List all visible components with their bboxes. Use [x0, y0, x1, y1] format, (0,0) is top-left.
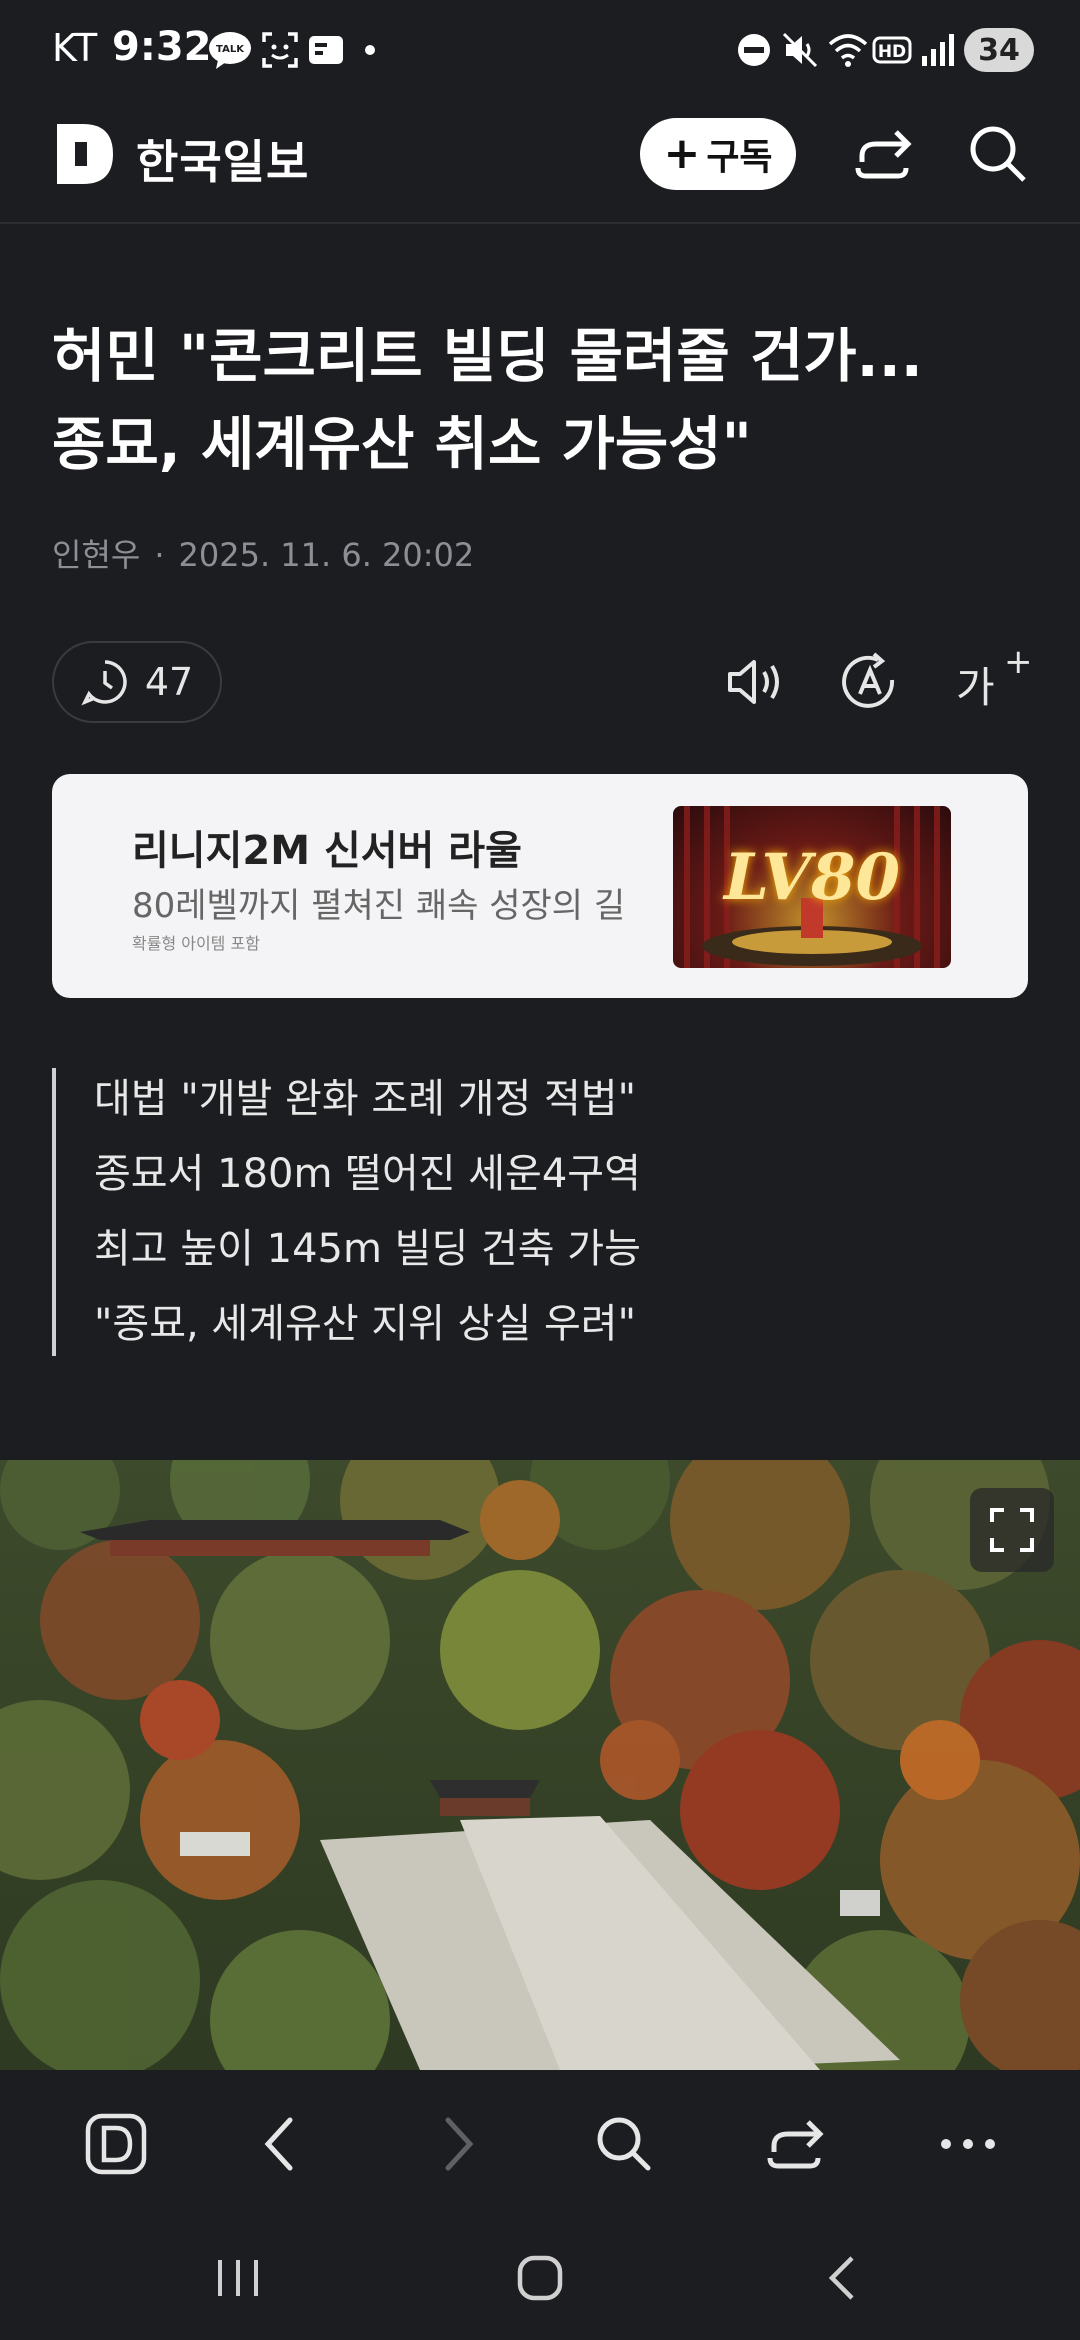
comment-button[interactable]: 47 [52, 641, 222, 723]
font-size-label: 가 [956, 663, 995, 712]
mute-icon [782, 32, 818, 68]
search-icon[interactable] [966, 122, 1030, 186]
status-dot-icon [365, 45, 375, 55]
comment-count: 47 [144, 660, 194, 704]
hd-badge-text: HD [878, 42, 906, 62]
status-bar: KT 9:32 TALK HD 34 [0, 0, 1080, 100]
plus-icon: + [663, 128, 701, 179]
home-d-icon[interactable] [84, 2112, 148, 2176]
forward-icon[interactable] [424, 2112, 488, 2176]
back-icon[interactable] [250, 2112, 314, 2176]
hd-icon: HD [872, 36, 912, 64]
browser-toolbar [0, 2070, 1080, 2210]
summary-line-3: 최고 높이 145m 빌딩 건축 가능 [94, 1226, 641, 1272]
author-name[interactable]: 인현우 [52, 536, 140, 574]
font-size-icon[interactable]: 가 + [956, 642, 1036, 712]
share-icon[interactable] [764, 2112, 828, 2176]
back-nav-icon[interactable] [812, 2246, 876, 2310]
speaker-icon[interactable] [724, 650, 788, 714]
kakaotalk-icon: TALK [209, 32, 251, 69]
headline-line-2: 종묘, 세계유산 취소 가능성" [52, 410, 752, 478]
app-header: 한국일보 + 구독 [0, 100, 1080, 224]
expand-photo-button[interactable] [970, 1488, 1054, 1572]
summary-line-4: "종묘, 세계유산 지위 상실 우려" [94, 1301, 636, 1347]
carrier-label: KT [52, 26, 98, 70]
ad-image-text: LV80 [723, 840, 901, 915]
plus-sign: + [1004, 642, 1033, 682]
ad-banner[interactable]: 리니지2M 신서버 라울 80레벨까지 펼쳐진 쾌속 성장의 길 확률형 아이템… [52, 774, 1028, 998]
home-icon[interactable] [508, 2246, 572, 2310]
notification-card-icon [309, 36, 343, 64]
wifi-icon [828, 34, 868, 67]
subscribe-button[interactable]: + 구독 [640, 118, 796, 190]
article-summary: 대법 "개발 완화 조례 개정 적법" 종묘서 180m 떨어진 세운4구역 최… [94, 1062, 641, 1362]
fullscreen-icon [990, 1508, 1034, 1552]
more-icon[interactable] [936, 2112, 1000, 2176]
translate-icon[interactable] [838, 650, 902, 714]
subscribe-label: 구독 [706, 137, 773, 178]
ad-note: 확률형 아이템 포함 [132, 934, 260, 953]
signal-icon [922, 34, 954, 66]
screenshot-icon [262, 32, 298, 68]
share-icon[interactable] [852, 122, 916, 186]
hankook-logo-icon[interactable] [55, 122, 115, 186]
comment-clock-icon [81, 660, 127, 706]
search-icon[interactable] [592, 2112, 656, 2176]
ad-title: 리니지2M 신서버 라울 [132, 828, 522, 874]
talk-badge-text: TALK [216, 44, 245, 55]
recents-icon[interactable] [206, 2246, 270, 2310]
ad-image: LV80 [673, 806, 951, 968]
article-byline: 인현우 · 2025. 11. 6. 20:02 [52, 530, 474, 576]
summary-divider [52, 1068, 56, 1356]
summary-line-1: 대법 "개발 완화 조례 개정 적법" [94, 1076, 636, 1122]
logo-text[interactable]: 한국일보 [136, 126, 309, 192]
ad-subtitle: 80레벨까지 펼쳐진 쾌속 성장의 길 [132, 886, 626, 926]
byline-separator: · [154, 536, 165, 574]
article-headline: 허민 "콘크리트 빌딩 물려줄 건가... 종묘, 세계유산 취소 가능성" [52, 312, 1032, 488]
summary-line-2: 종묘서 180m 떨어진 세운4구역 [94, 1151, 641, 1197]
article-photo[interactable] [0, 1460, 1080, 2070]
clock: 9:32 [112, 24, 212, 70]
publish-date: 2025. 11. 6. 20:02 [178, 536, 475, 574]
headline-line-1: 허민 "콘크리트 빌딩 물려줄 건가... [52, 322, 923, 390]
jongmyo-aerial-photo [0, 1460, 1080, 2070]
dnd-icon [738, 34, 770, 66]
battery-indicator: 34 [964, 28, 1034, 72]
